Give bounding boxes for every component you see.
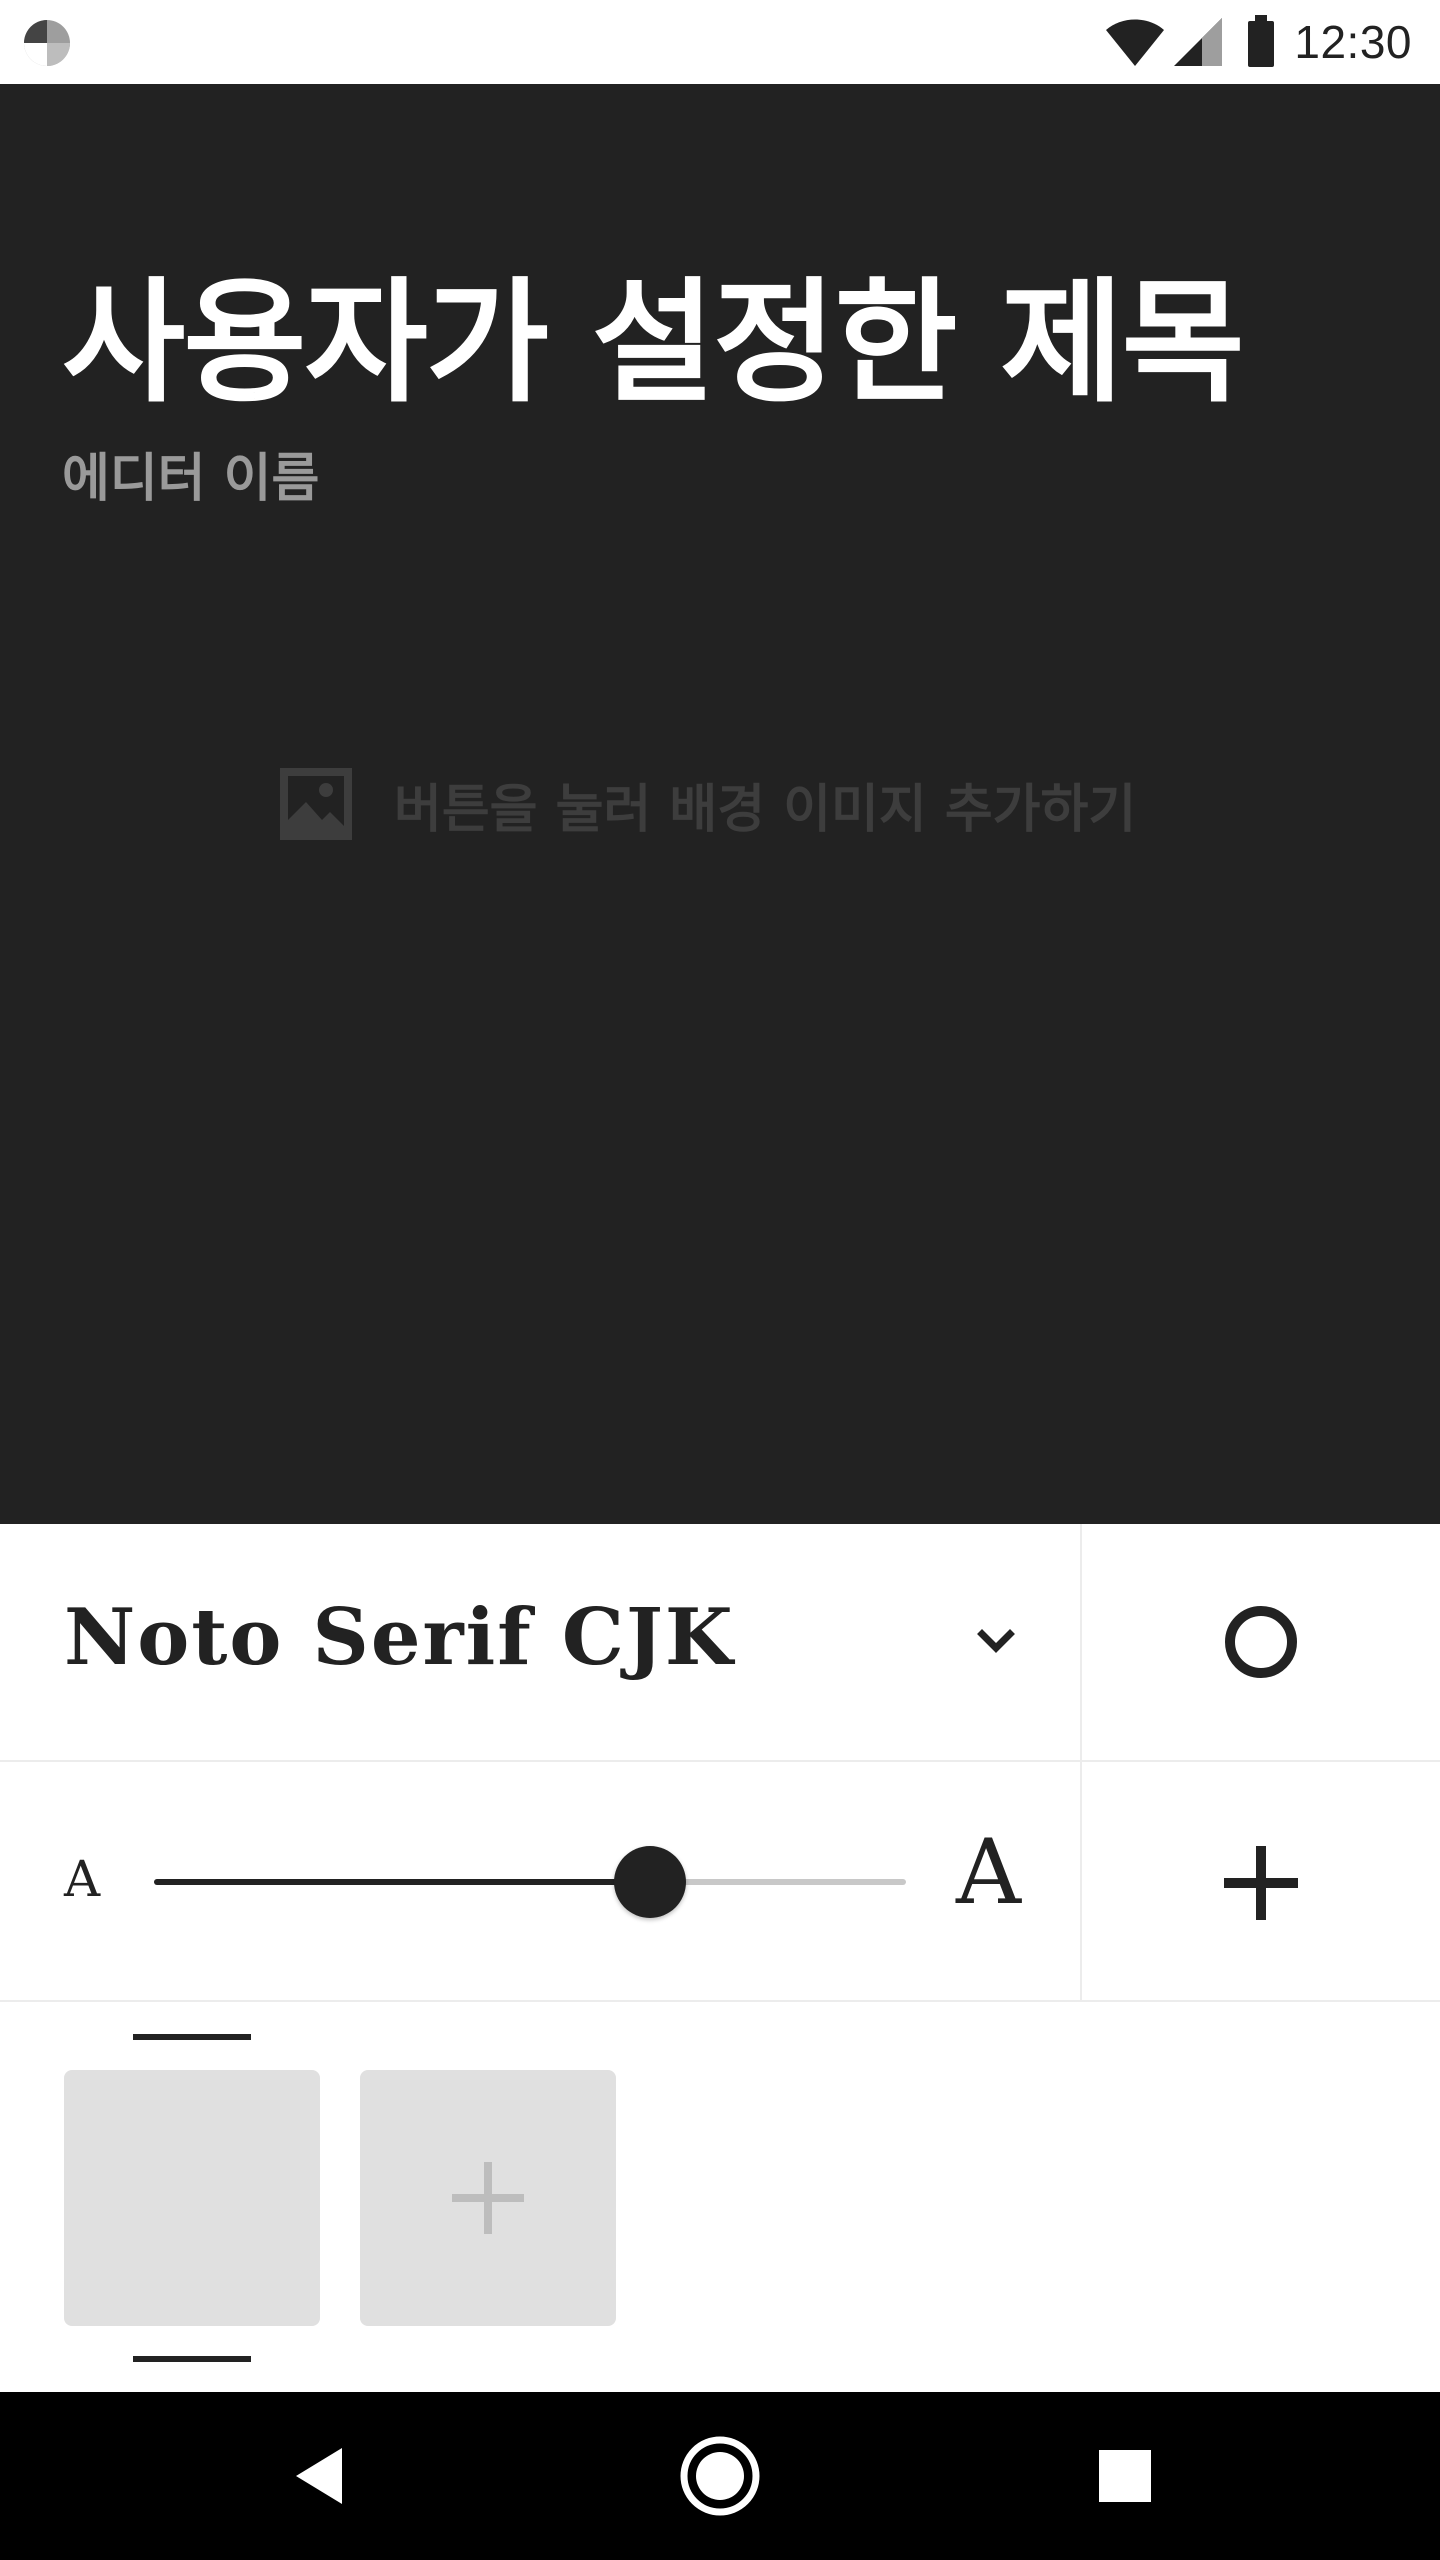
image-icon [280,768,352,840]
app-notification-icon [24,20,70,66]
recents-icon[interactable] [1085,2436,1165,2516]
slider-fill [154,1879,651,1885]
font-selector[interactable]: Noto Serif CJK [0,1524,1080,1760]
back-icon[interactable] [280,2436,360,2516]
status-time: 12:30 [1294,16,1412,68]
status-icons: 12:30 [1104,12,1412,72]
size-large-label: A [956,1820,1021,1925]
size-small-label: A [64,1850,101,1908]
page-thumbnail[interactable] [64,2070,320,2326]
circle-icon [1225,1606,1297,1678]
battery-icon [1248,15,1275,67]
font-name: Noto Serif CJK [64,1592,735,1683]
status-bar: 12:30 [0,0,1440,84]
vertical-divider [1080,1524,1082,2002]
page-selected-marker-bottom [133,2356,251,2362]
plus-icon [1224,1846,1298,1920]
cover-preview: 사용자가 설정한 제목 에디터 이름 버튼을 눌러 배경 이미지 추가하기 [0,84,1440,1524]
add-text-button[interactable] [1082,1762,1440,2000]
editor-name[interactable]: 에디터 이름 [62,436,319,511]
wifi-icon [1106,19,1165,66]
font-size-row: A A [0,1762,1440,2002]
slider-thumb[interactable] [614,1846,687,1918]
add-page-button[interactable] [360,2070,616,2326]
cell-signal-icon [1174,18,1223,66]
plus-icon [452,2162,524,2234]
chevron-down-icon [977,1629,1015,1653]
add-background-image-label: 버튼을 눌러 배경 이미지 추가하기 [394,779,1137,840]
home-icon[interactable] [680,2436,760,2516]
text-style-button[interactable] [1082,1524,1440,1760]
font-row: Noto Serif CJK [0,1524,1440,1762]
page-selected-marker-top [133,2034,251,2040]
font-size-slider[interactable] [150,1822,910,1942]
pages-strip [0,2002,1440,2392]
cover-title[interactable]: 사용자가 설정한 제목 [62,234,1245,428]
navigation-bar [0,2392,1440,2560]
add-background-image-button[interactable]: 버튼을 눌러 배경 이미지 추가하기 [280,764,1136,844]
